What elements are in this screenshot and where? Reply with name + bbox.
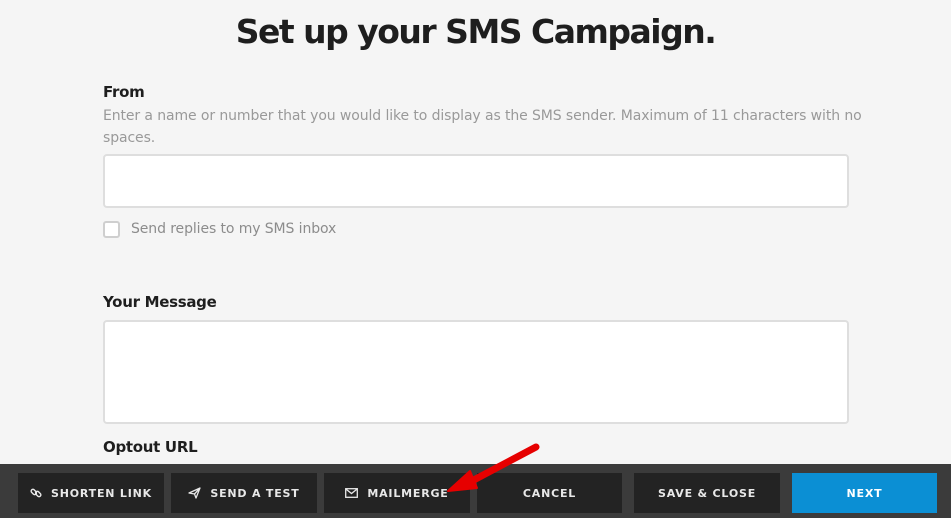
from-label: From (103, 83, 145, 101)
envelope-icon (345, 488, 359, 498)
mailmerge-label: MAILMERGE (367, 486, 449, 500)
next-button[interactable]: NEXT (792, 473, 937, 513)
shorten-link-button[interactable]: SHORTEN LINK (18, 473, 164, 513)
send-replies-checkbox[interactable]: Send replies to my SMS inbox (103, 219, 336, 239)
mailmerge-button[interactable]: MAILMERGE (324, 473, 470, 513)
send-test-label: SEND A TEST (210, 486, 300, 500)
optout-url-label: Optout URL (103, 438, 198, 456)
cancel-button[interactable]: CANCEL (477, 473, 622, 513)
link-icon (30, 488, 42, 498)
send-replies-label[interactable]: Send replies to my SMS inbox (131, 221, 336, 237)
shorten-link-label: SHORTEN LINK (51, 486, 152, 500)
paper-plane-icon (188, 487, 202, 499)
from-help-text: Enter a name or number that you would li… (103, 108, 862, 146)
bottom-toolbar: SHORTEN LINK SEND A TEST MAILMERGE CANCE… (0, 464, 951, 518)
message-label: Your Message (103, 293, 217, 311)
message-textarea[interactable] (103, 320, 849, 424)
page-title: Set up your SMS Campaign. (235, 12, 717, 51)
save-close-button[interactable]: SAVE & CLOSE (634, 473, 780, 513)
from-input[interactable] (103, 154, 849, 208)
send-test-button[interactable]: SEND A TEST (171, 473, 317, 513)
checkbox-box[interactable] (103, 220, 120, 238)
